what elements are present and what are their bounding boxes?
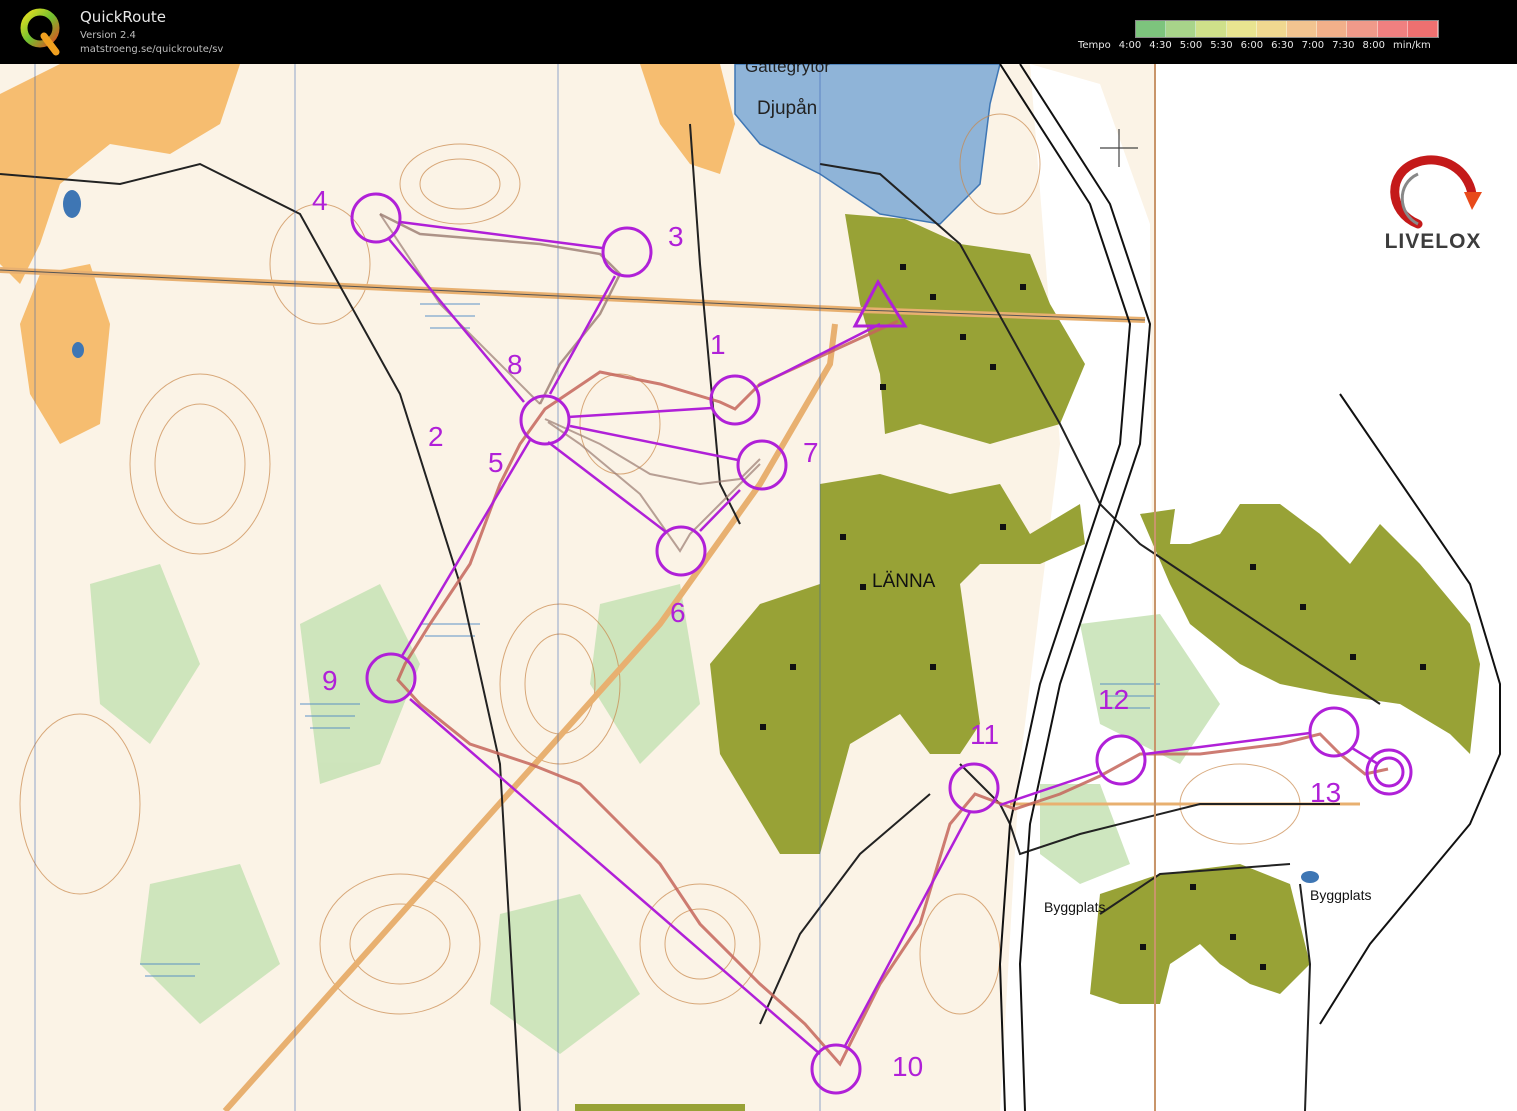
control-number: 5 (488, 447, 504, 478)
orienteering-map[interactable]: 1 2 3 4 5 6 7 8 9 10 11 12 13 Gättegryto… (0, 64, 1517, 1111)
pace-swatch (1256, 21, 1288, 37)
pace-swatch (1226, 21, 1257, 37)
app-header: QuickRoute Version 2.4 matstroeng.se/qui… (0, 0, 1517, 64)
control-number: 2 (428, 421, 444, 452)
pace-swatch (1407, 21, 1439, 37)
place-partial-label: Gättegrytor (745, 64, 830, 76)
pace-tick: 7:00 (1301, 40, 1325, 51)
control-number: 7 (803, 437, 819, 468)
control-number: 3 (668, 221, 684, 252)
livelox-swirl-icon (1390, 155, 1482, 229)
control-number: 12 (1098, 684, 1129, 715)
pace-swatch (1317, 21, 1348, 37)
quickroute-q-icon (20, 8, 60, 56)
pace-tick: 4:00 (1118, 40, 1142, 51)
pace-tick: 4:30 (1149, 40, 1172, 51)
pace-swatch (1377, 21, 1408, 37)
pace-tick: 8:00 (1362, 40, 1385, 51)
control-number: 13 (1310, 777, 1341, 808)
pace-swatch (1196, 21, 1227, 37)
livelox-wordmark: LIVELOX (1384, 230, 1482, 253)
pace-tick: 6:30 (1271, 40, 1294, 51)
app-url: matstroeng.se/quickroute/sv (80, 44, 224, 55)
pace-label: Tempo (1078, 40, 1111, 51)
pace-swatch (1287, 21, 1318, 37)
pace-color-scale (1135, 20, 1439, 38)
pace-unit: min/km (1393, 40, 1431, 51)
control-number: 10 (892, 1051, 923, 1082)
place-name: LÄNNA (872, 571, 936, 592)
pace-swatch (1136, 21, 1167, 37)
place-name: Djupån (757, 98, 817, 119)
livelox-logo: LIVELOX (1368, 152, 1498, 256)
control-number: 1 (710, 329, 726, 360)
app-version: Version 2.4 (80, 30, 136, 41)
control-number: 9 (322, 665, 338, 696)
pace-tick: 5:30 (1210, 40, 1233, 51)
control-number: 6 (670, 597, 686, 628)
place-name: Byggplats (1044, 899, 1105, 915)
control-number: 11 (970, 719, 999, 750)
pace-tick: 6:00 (1240, 40, 1264, 51)
control-number: 4 (312, 185, 328, 216)
map-canvas[interactable]: 1 2 3 4 5 6 7 8 9 10 11 12 13 Gättegryto… (0, 64, 1517, 1111)
pace-swatch (1166, 21, 1197, 37)
control-number: 8 (507, 349, 523, 380)
pace-tick: 7:30 (1332, 40, 1355, 51)
place-name: Byggplats (1310, 887, 1371, 903)
pace-swatch (1347, 21, 1378, 37)
pace-legend-labels: Tempo 4:00 4:30 5:00 5:30 6:00 6:30 7:00 7:30 8:0… (1078, 40, 1439, 51)
pace-tick: 5:00 (1179, 40, 1203, 51)
app-title: QuickRoute (80, 8, 166, 26)
